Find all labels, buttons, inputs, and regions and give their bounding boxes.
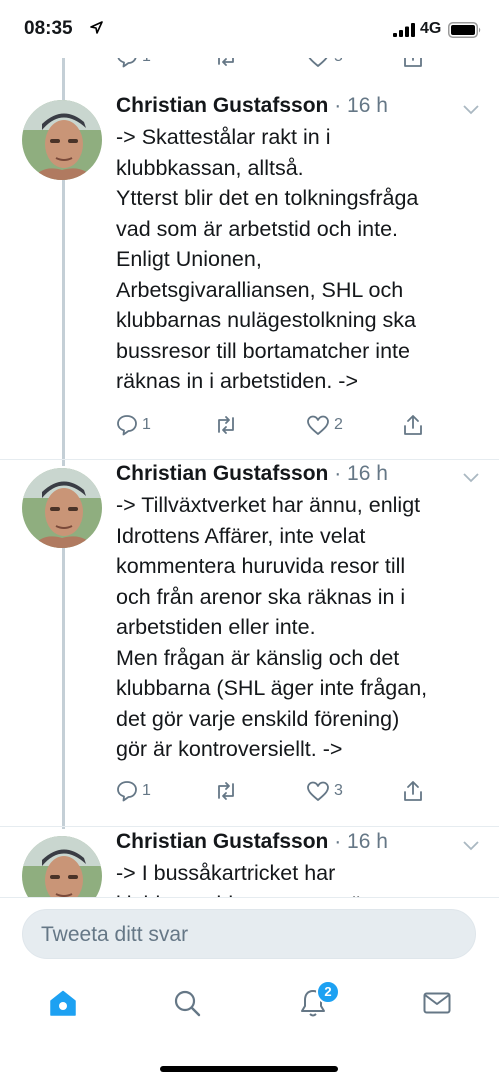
avatar-photo: [22, 100, 102, 180]
separator: ·: [328, 830, 348, 853]
reply-icon: [117, 781, 137, 802]
reply-input[interactable]: [39, 910, 463, 960]
home-indicator[interactable]: [160, 1066, 338, 1072]
avatar-photo: [22, 468, 102, 548]
like-button[interactable]: 3: [306, 778, 343, 804]
heart-icon: [307, 415, 329, 435]
share-icon: [404, 58, 422, 67]
chevron-down-icon[interactable]: [462, 472, 480, 484]
reply-count: 1: [142, 58, 151, 66]
like-count: 3: [334, 782, 343, 799]
tweet-time[interactable]: 16 h: [347, 462, 388, 485]
reply-count: 1: [142, 416, 151, 433]
tweet[interactable]: Christian Gustafsson · 16 h -> Tillväxtv…: [0, 462, 499, 828]
messages-icon: [423, 992, 451, 1014]
compose-area: 2: [0, 897, 499, 1081]
battery-icon: [448, 22, 481, 38]
reply-icon: [117, 58, 137, 68]
separator: ·: [328, 94, 348, 117]
tweet-text: -> I bussåkartricket har klubbarna hitta…: [116, 861, 404, 898]
author-name[interactable]: Christian Gustafsson: [116, 94, 328, 117]
like-button[interactable]: 2: [306, 412, 343, 438]
share-icon: [404, 781, 422, 801]
share-button[interactable]: [402, 58, 424, 70]
like-count: 5: [334, 58, 343, 66]
heart-icon: [308, 58, 328, 67]
avatar[interactable]: [22, 100, 102, 180]
status-time: 08:35: [24, 18, 73, 39]
tweet-text: -> Tillväxtverket har ännu, enligt Idrot…: [116, 493, 428, 761]
share-button[interactable]: [402, 778, 424, 804]
avatar[interactable]: [22, 836, 102, 898]
reply-box[interactable]: [22, 909, 476, 960]
network-type: 4G: [420, 20, 442, 37]
divider: [0, 459, 499, 460]
chevron-down-icon[interactable]: [462, 104, 480, 116]
tab-messages[interactable]: [412, 978, 462, 1028]
author-name[interactable]: Christian Gustafsson: [116, 830, 328, 853]
tweet-time[interactable]: 16 h: [347, 94, 388, 117]
reply-icon: [117, 415, 137, 436]
tweet[interactable]: Christian Gustafsson · 16 h -> Skattestå…: [0, 94, 499, 460]
tweet-time[interactable]: 16 h: [347, 830, 388, 853]
tab-notifications[interactable]: 2: [288, 978, 340, 1028]
retweet-button[interactable]: [214, 778, 238, 804]
tweet-actions: 1 2: [116, 412, 436, 438]
tab-search[interactable]: [162, 978, 212, 1028]
retweet-icon: [218, 58, 234, 66]
tab-home[interactable]: [38, 978, 88, 1028]
search-icon: [174, 990, 201, 1017]
cellular-signal-icon: [393, 23, 415, 37]
tweet[interactable]: Christian Gustafsson · 16 h -> I bussåka…: [0, 830, 499, 898]
reply-button[interactable]: 1: [116, 412, 151, 438]
reply-button[interactable]: 1: [116, 778, 151, 804]
divider: [0, 826, 499, 827]
status-bar: 08:35 4G: [0, 0, 499, 58]
reply-button[interactable]: 1: [116, 58, 151, 70]
share-icon: [404, 415, 422, 435]
author-name[interactable]: Christian Gustafsson: [116, 462, 328, 485]
avatar-photo: [22, 836, 102, 898]
retweet-icon: [218, 416, 234, 434]
like-button[interactable]: 5: [306, 58, 343, 70]
tab-bar: 2: [0, 978, 499, 1028]
avatar[interactable]: [22, 468, 102, 548]
tweet-actions: 1 3: [116, 778, 436, 804]
share-button[interactable]: [402, 412, 424, 438]
timeline[interactable]: 1 5 Christian Gustafs: [0, 58, 499, 898]
tweet-text: -> Skattestålar rakt in i klubbkassan, a…: [116, 125, 419, 393]
retweet-button[interactable]: [214, 412, 238, 438]
heart-icon: [307, 781, 329, 801]
home-icon: [50, 990, 76, 1016]
reply-count: 1: [142, 782, 151, 799]
retweet-icon: [218, 782, 234, 800]
location-arrow-icon: [90, 21, 103, 34]
chevron-down-icon[interactable]: [462, 840, 480, 852]
retweet-button[interactable]: [214, 58, 238, 70]
separator: ·: [328, 462, 348, 485]
previous-tweet-actions: 1 5: [0, 58, 499, 68]
like-count: 2: [334, 416, 343, 433]
notification-badge: 2: [316, 980, 340, 1004]
